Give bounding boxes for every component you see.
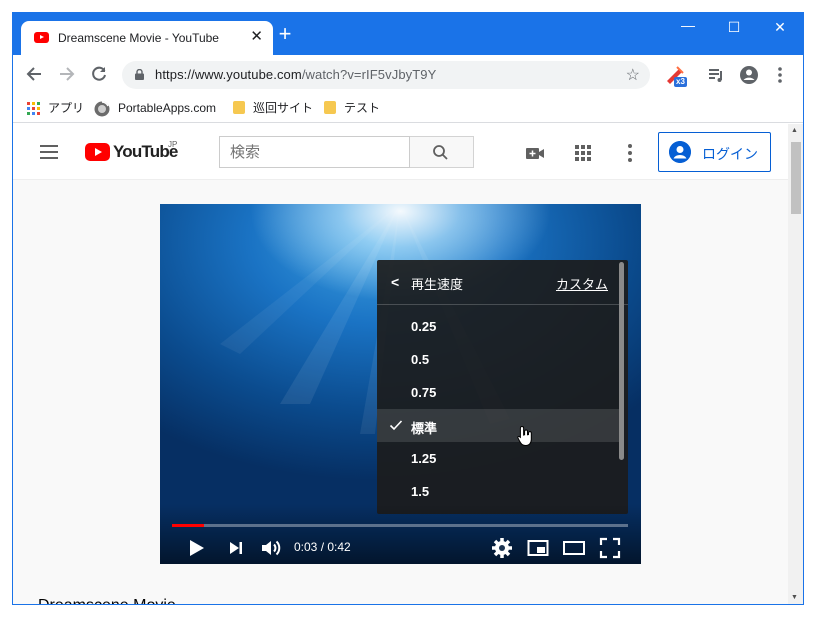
bookmarks-bar: アプリ PortableApps.com 巡回サイト テスト (13, 93, 803, 123)
forward-button[interactable] (56, 63, 78, 85)
account-avatar-icon (669, 141, 691, 163)
speed-menu-header: < 再生速度 カスタム (377, 260, 628, 305)
scroll-up-arrow-icon[interactable]: ▲ (791, 127, 798, 134)
bookmark-folder-patrol[interactable]: 巡回サイト (233, 100, 313, 116)
play-icon[interactable] (184, 536, 208, 560)
more-options-icon[interactable] (619, 142, 641, 164)
folder-icon (233, 101, 245, 115)
url-path: /watch?v=rIF5vJbyT9Y (301, 67, 437, 82)
lock-icon (135, 69, 144, 80)
next-video-icon[interactable] (224, 536, 248, 560)
volume-icon[interactable] (259, 536, 283, 560)
bookmark-label: テスト (344, 101, 381, 115)
speed-option-label: 0.25 (411, 319, 437, 334)
minimize-button[interactable]: — (673, 17, 703, 33)
bookmark-folder-test[interactable]: テスト (324, 100, 380, 116)
time-display: 0:03 / 0:42 (294, 540, 351, 554)
speed-menu-scrollbar[interactable] (619, 262, 624, 460)
speed-option-label: 0.5 (411, 352, 430, 367)
speed-option-label: 標準 (411, 421, 438, 436)
page-scrollbar[interactable]: ▲ ▼ (788, 124, 803, 604)
speed-option[interactable]: 0.25 (377, 310, 622, 343)
login-label: ログイン (702, 146, 758, 162)
speed-custom-link[interactable]: カスタム (556, 274, 608, 293)
apps-grid-icon (27, 102, 40, 116)
title-bar: Dreamscene Movie - YouTube ✕ + — ☐ ✕ (13, 13, 803, 55)
youtube-play-logo-icon (85, 143, 110, 161)
hamburger-menu-icon[interactable] (40, 145, 58, 159)
youtube-region-label: JP (168, 140, 178, 149)
reload-icon (92, 66, 106, 81)
new-tab-button[interactable]: + (275, 23, 295, 45)
back-arrow-icon (26, 67, 41, 81)
miniplayer-icon[interactable] (526, 536, 550, 560)
video-player[interactable]: < 再生速度 カスタム 0.25 0.5 0.75 標準 1.25 1.5 0:… (160, 204, 641, 564)
hand-pointer-cursor-icon (517, 425, 532, 447)
speed-option[interactable]: 0.5 (377, 343, 622, 376)
browser-tab[interactable]: Dreamscene Movie - YouTube ✕ (21, 21, 273, 55)
playback-speed-menu: < 再生速度 カスタム 0.25 0.5 0.75 標準 1.25 1.5 (377, 260, 628, 514)
forward-arrow-icon (60, 67, 75, 81)
bookmark-apps[interactable]: アプリ (27, 100, 84, 116)
tab-title: Dreamscene Movie - YouTube (58, 31, 219, 45)
speed-menu-title[interactable]: 再生速度 (411, 274, 463, 293)
browser-menu-icon[interactable] (776, 66, 784, 84)
bookmark-star-icon[interactable]: ☆ (626, 65, 640, 85)
profile-icon[interactable] (739, 65, 759, 85)
reload-button[interactable] (88, 63, 110, 85)
search-button[interactable] (410, 136, 474, 168)
maximize-button[interactable]: ☐ (719, 19, 749, 36)
media-queue-icon[interactable] (707, 66, 725, 84)
close-window-button[interactable]: ✕ (765, 19, 795, 36)
back-button[interactable] (23, 63, 45, 85)
apps-icon[interactable] (572, 142, 594, 164)
speed-option-label: 1.25 (411, 451, 437, 466)
youtube-header: YouTube JP ログイン (13, 124, 788, 180)
speed-option[interactable]: 0.75 (377, 376, 622, 409)
search-input[interactable] (230, 144, 400, 161)
browser-toolbar: https://www.youtube.com/watch?v=rIF5vJby… (13, 55, 803, 93)
back-chevron-icon[interactable]: < (391, 274, 399, 290)
speed-option-label: 1.5 (411, 484, 430, 499)
folder-icon (324, 101, 336, 115)
scroll-thumb[interactable] (791, 142, 801, 214)
tab-close-icon[interactable]: ✕ (250, 28, 263, 46)
address-bar[interactable]: https://www.youtube.com/watch?v=rIF5vJby… (122, 61, 650, 89)
speed-option-selected[interactable]: 標準 (377, 409, 622, 442)
progress-bar[interactable] (172, 524, 628, 527)
youtube-favicon-icon (34, 32, 49, 43)
search-icon (433, 145, 448, 160)
extension-badge: x3 (674, 77, 687, 87)
page-content: YouTube JP ログイン (13, 124, 788, 604)
browser-window: Dreamscene Movie - YouTube ✕ + — ☐ ✕ htt… (12, 12, 804, 605)
settings-gear-icon[interactable] (490, 536, 514, 560)
theater-mode-icon[interactable] (562, 536, 586, 560)
speed-option[interactable]: 1.25 (377, 442, 622, 475)
scroll-down-arrow-icon[interactable]: ▼ (791, 594, 798, 601)
bookmark-portableapps[interactable]: PortableApps.com (94, 100, 217, 117)
progress-played (172, 524, 205, 527)
bookmark-label: PortableApps.com (118, 101, 217, 115)
create-video-icon[interactable] (524, 142, 546, 164)
speed-option-label: 0.75 (411, 385, 437, 400)
bookmark-label: アプリ (48, 101, 85, 115)
video-title: Dreamscene Movie (38, 597, 176, 604)
portableapps-icon (94, 101, 110, 117)
checkmark-icon (389, 420, 403, 431)
bookmark-label: 巡回サイト (253, 101, 314, 115)
url-host: https://www.youtube.com (155, 67, 302, 82)
fullscreen-icon[interactable] (598, 536, 622, 560)
login-button[interactable]: ログイン (658, 132, 771, 172)
search-box (219, 136, 410, 168)
